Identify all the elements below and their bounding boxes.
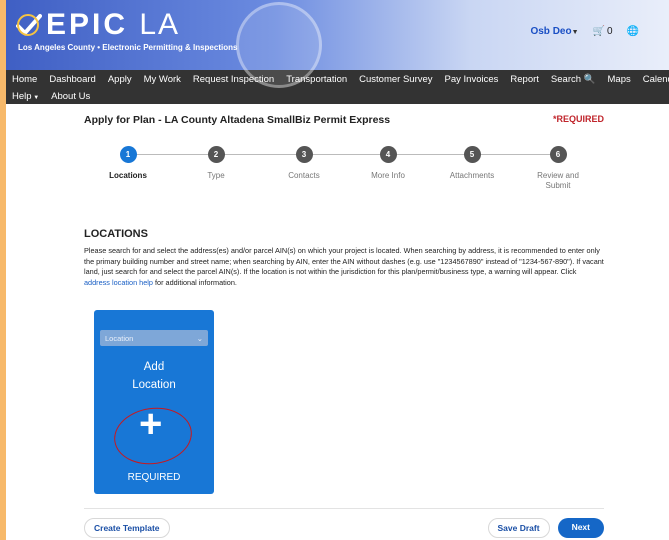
nav-calendar-label: Calendar bbox=[642, 74, 669, 85]
step-number: 6 bbox=[549, 146, 567, 163]
step-label: Type bbox=[207, 171, 225, 180]
locations-heading: LOCATIONS bbox=[84, 228, 148, 240]
user-area: Osb Deo▼ 🛒 0 🌐 bbox=[530, 26, 639, 37]
search-icon: 🔍 bbox=[581, 74, 596, 85]
instructions-text: Please search for and select the address… bbox=[84, 246, 604, 276]
nav-help-label: Help bbox=[12, 91, 32, 102]
step-number: 5 bbox=[463, 146, 481, 163]
step-label: Attachments bbox=[449, 171, 495, 180]
step-contacts[interactable]: 3 Contacts bbox=[264, 146, 344, 181]
save-draft-button[interactable]: Save Draft bbox=[487, 518, 550, 538]
plus-icon: + bbox=[139, 402, 163, 446]
instructions-text-end: for additional information. bbox=[155, 277, 237, 287]
nav-search[interactable]: Search 🔍 bbox=[545, 74, 602, 85]
nav-pay-invoices[interactable]: Pay Invoices bbox=[439, 74, 505, 85]
cart-count: 0 bbox=[606, 26, 613, 37]
required-note: *REQUIRED bbox=[552, 114, 604, 124]
location-select-value: Location bbox=[105, 333, 134, 343]
nav-help[interactable]: Help ▼ bbox=[10, 91, 45, 102]
add-label-line2: Location bbox=[132, 379, 176, 391]
nav-maps[interactable]: Maps bbox=[602, 74, 637, 85]
page-title: Apply for Plan - LA County Altadena Smal… bbox=[84, 114, 391, 126]
step-locations[interactable]: 1 Locations bbox=[88, 146, 168, 181]
seal-icon bbox=[236, 2, 322, 88]
nav-dashboard[interactable]: Dashboard bbox=[43, 74, 101, 85]
nav-about-us[interactable]: About Us bbox=[45, 91, 96, 102]
step-number: 4 bbox=[379, 146, 397, 163]
logo[interactable]: EPIC LA bbox=[16, 8, 180, 42]
checkmark-logo-icon bbox=[16, 13, 42, 37]
next-button[interactable]: Next bbox=[557, 518, 604, 538]
logo-subtitle: Los Angeles County • Electronic Permitti… bbox=[18, 43, 238, 52]
nav-row-2: Help ▼ About Us bbox=[10, 88, 665, 105]
footer-button-group: Save Draft Next bbox=[487, 518, 604, 538]
logo-text: EPIC LA bbox=[46, 8, 180, 42]
nav-row-1: Home Dashboard Apply My Work Request Ins… bbox=[10, 70, 669, 88]
nav-customer-survey[interactable]: Customer Survey bbox=[353, 74, 438, 85]
app-frame: EPIC LA Los Angeles County • Electronic … bbox=[6, 0, 669, 540]
step-label: Review and Submit bbox=[537, 171, 579, 190]
step-type[interactable]: 2 Type bbox=[176, 146, 256, 181]
add-label-line1: Add bbox=[143, 361, 165, 373]
location-required-label: REQUIRED bbox=[127, 472, 181, 483]
user-name: Osb Deo bbox=[530, 26, 572, 37]
step-more-info[interactable]: 4 More Info bbox=[348, 146, 428, 181]
user-menu[interactable]: Osb Deo▼ bbox=[530, 26, 578, 37]
step-number: 2 bbox=[207, 146, 225, 163]
globe-icon[interactable]: 🌐 bbox=[627, 26, 639, 37]
step-review-submit[interactable]: 6 Review and Submit bbox=[518, 146, 598, 191]
step-number: 3 bbox=[295, 146, 313, 163]
main-content: Apply for Plan - LA County Altadena Smal… bbox=[84, 104, 604, 538]
create-template-button[interactable]: Create Template bbox=[84, 518, 170, 538]
chevron-down-icon: ⌄ bbox=[196, 333, 203, 343]
nav-my-work[interactable]: My Work bbox=[138, 74, 187, 85]
add-location-label: Add Location bbox=[94, 358, 214, 394]
header-banner: EPIC LA Los Angeles County • Electronic … bbox=[6, 0, 669, 88]
chevron-down-icon: ▼ bbox=[571, 29, 579, 36]
nav-search-label: Search bbox=[550, 74, 582, 85]
step-label: Locations bbox=[109, 171, 147, 180]
footer-divider bbox=[84, 508, 604, 509]
nav-report[interactable]: Report bbox=[504, 74, 545, 85]
cart-icon: 🛒 bbox=[592, 26, 605, 37]
nav-calendar[interactable]: Calendar0 bbox=[637, 74, 669, 85]
chevron-down-icon: ▼ bbox=[31, 95, 40, 101]
nav-apply[interactable]: Apply bbox=[102, 74, 138, 85]
location-select[interactable]: Location ⌄ bbox=[100, 330, 208, 346]
address-location-help-link[interactable]: address location help bbox=[84, 278, 153, 287]
page-header: Apply for Plan - LA County Altadena Smal… bbox=[84, 114, 604, 126]
step-number: 1 bbox=[119, 146, 137, 163]
add-location-card[interactable]: Location ⌄ Add Location + REQUIRED bbox=[94, 310, 214, 494]
step-attachments[interactable]: 5 Attachments bbox=[432, 146, 512, 181]
main-nav: Home Dashboard Apply My Work Request Ins… bbox=[6, 70, 669, 104]
logo-main: EPIC bbox=[46, 8, 129, 41]
logo-light: LA bbox=[139, 8, 181, 41]
nav-home[interactable]: Home bbox=[10, 74, 43, 85]
cart-button[interactable]: 🛒 0 bbox=[593, 26, 613, 37]
step-label: More Info bbox=[371, 171, 405, 180]
step-label: Contacts bbox=[288, 171, 320, 180]
locations-instructions: Please search for and select the address… bbox=[84, 246, 604, 288]
footer-actions: Create Template Save Draft Next bbox=[84, 518, 604, 538]
add-location-button[interactable]: + bbox=[110, 402, 196, 470]
step-progress: 1 Locations 2 Type 3 Contacts 4 More Inf… bbox=[84, 146, 604, 206]
